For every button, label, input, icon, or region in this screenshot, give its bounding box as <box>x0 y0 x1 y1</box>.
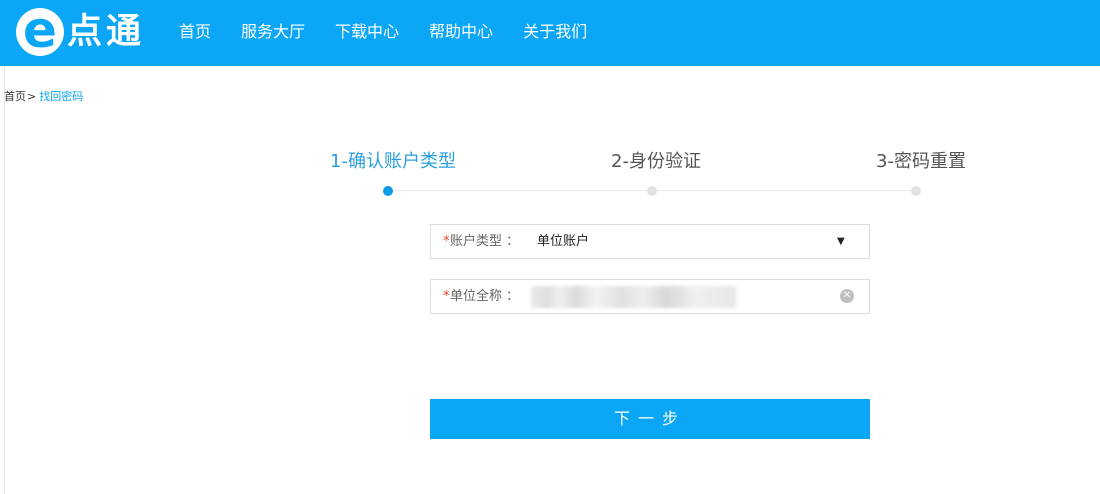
step-connector-2 <box>657 190 911 191</box>
org-name-field[interactable]: * 单位全称 ： ✕ <box>430 279 870 314</box>
step-1-dot <box>383 186 393 196</box>
step-2-dot <box>647 186 657 196</box>
breadcrumb-home[interactable]: 首页 <box>4 90 26 103</box>
account-type-value: 单位账户 <box>537 234 590 249</box>
left-border <box>4 66 5 494</box>
breadcrumb-separator: > <box>27 90 37 103</box>
breadcrumb: 首页> 找回密码 <box>4 90 83 104</box>
nav-service-hall[interactable]: 服务大厅 <box>241 21 305 43</box>
required-mark: * <box>443 289 450 304</box>
main-nav: 首页 服务大厅 下载中心 帮助中心 关于我们 <box>179 21 617 43</box>
nav-home[interactable]: 首页 <box>179 21 211 43</box>
top-header: e 点通 首页 服务大厅 下载中心 帮助中心 关于我们 <box>0 0 1100 66</box>
account-type-label: 账户类型 ： <box>450 234 520 249</box>
org-name-blurred-value[interactable] <box>531 286 736 308</box>
step-3-label: 3-密码重置 <box>876 151 966 172</box>
required-mark: * <box>443 234 450 249</box>
clear-circle-icon[interactable]: ✕ <box>840 289 854 303</box>
breadcrumb-current: 找回密码 <box>39 90 84 103</box>
step-2-label: 2-身份验证 <box>611 151 701 172</box>
step-connector-1 <box>393 190 647 191</box>
logo-letter: e <box>23 8 57 56</box>
logo[interactable]: e 点通 <box>16 6 145 58</box>
logo-text: 点通 <box>67 12 146 52</box>
triangle-down-icon[interactable]: ▼ <box>837 234 845 250</box>
account-type-select[interactable]: * 账户类型 ： 单位账户 ▼ <box>430 224 870 259</box>
step-1-label: 1-确认账户类型 <box>330 151 456 172</box>
nav-about-us[interactable]: 关于我们 <box>523 21 587 43</box>
next-step-button[interactable]: 下一步 <box>430 399 870 439</box>
logo-icon: e <box>16 8 64 56</box>
nav-download-center[interactable]: 下载中心 <box>335 21 399 43</box>
org-name-label: 单位全称 ： <box>450 289 520 304</box>
step-3-dot <box>911 186 921 196</box>
nav-help-center[interactable]: 帮助中心 <box>429 21 493 43</box>
